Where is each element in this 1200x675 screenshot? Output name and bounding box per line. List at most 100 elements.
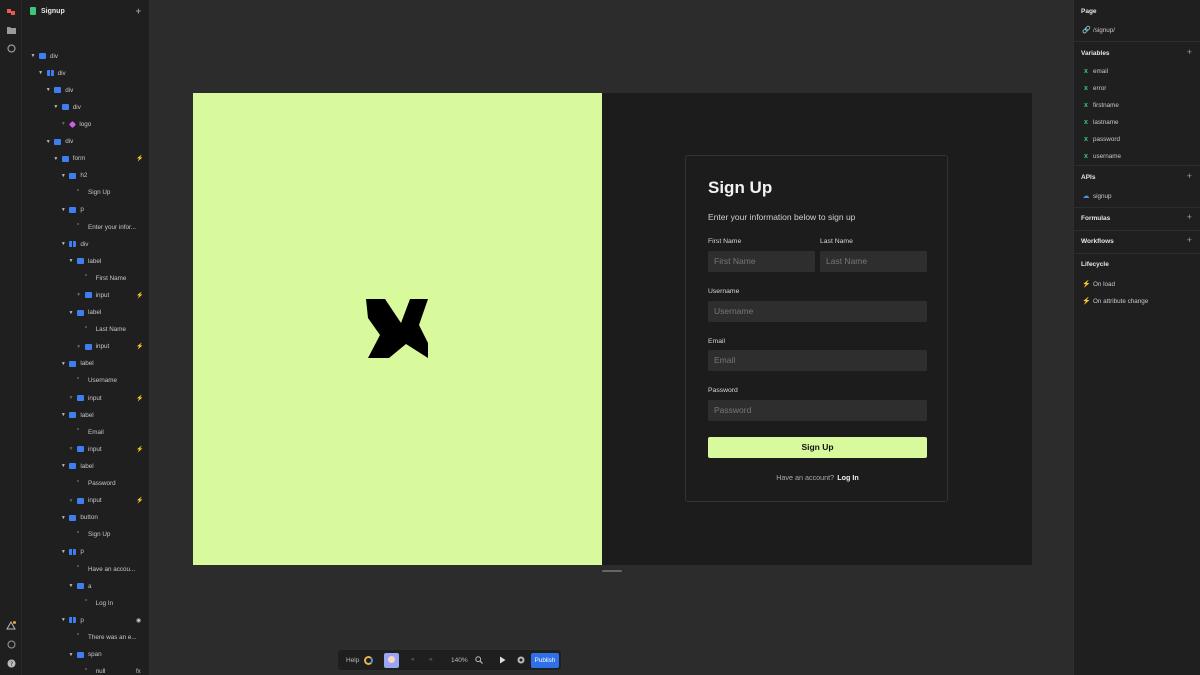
package-icon[interactable]: [6, 44, 16, 54]
chevron-down-icon[interactable]: ▼: [60, 549, 66, 555]
lifecycle-on-load[interactable]: ⚡ On load: [1082, 280, 1115, 289]
chevron-down-icon[interactable]: ▼: [76, 344, 82, 350]
zoom-level[interactable]: 140%: [451, 657, 468, 664]
tree-node[interactable]: ▼ h2: [60, 170, 88, 182]
tree-node[interactable]: ▼ input ⚡: [68, 392, 144, 404]
add-variable-icon[interactable]: +: [1187, 47, 1192, 57]
bolt-icon[interactable]: ⚡: [136, 395, 143, 402]
bolt-icon[interactable]: ⚡: [136, 446, 143, 453]
chevron-down-icon[interactable]: ▼: [45, 87, 51, 93]
history-icon[interactable]: [6, 640, 16, 650]
login-link[interactable]: Log In: [837, 473, 859, 482]
preview-icon[interactable]: [517, 656, 525, 666]
tree-node[interactable]: ▼ div: [53, 101, 81, 113]
formula-icon[interactable]: fx: [136, 669, 141, 675]
tree-node[interactable]: ▼ input ⚡: [68, 443, 144, 455]
chevron-down-icon[interactable]: ▼: [38, 70, 44, 76]
api-item[interactable]: ☁ signup: [1082, 192, 1112, 201]
lifecycle-on-attribute-change[interactable]: ⚡ On attribute change: [1082, 297, 1148, 306]
tree-node[interactable]: ▼ p: [60, 546, 84, 558]
tree-node[interactable]: “ There was an e...: [68, 631, 137, 643]
undo-icon[interactable]: «: [411, 656, 415, 663]
tree-node[interactable]: “ Enter your infor...: [68, 221, 136, 233]
tree-node[interactable]: ▼ p ◉: [60, 614, 141, 626]
chevron-down-icon[interactable]: ▼: [60, 173, 66, 179]
tree-node[interactable]: ▼ input ⚡: [68, 495, 144, 507]
chevron-down-icon[interactable]: ▼: [60, 412, 66, 418]
avatar[interactable]: [384, 653, 399, 668]
variable-item[interactable]: x password: [1082, 136, 1120, 143]
add-workflow-icon[interactable]: +: [1187, 235, 1192, 245]
variable-item[interactable]: x firstname: [1082, 102, 1119, 109]
add-api-icon[interactable]: +: [1187, 171, 1192, 181]
tree-node[interactable]: “ null fx: [76, 666, 141, 675]
tree-node[interactable]: ▼ span: [68, 649, 102, 661]
tree-node[interactable]: ▼ form ⚡: [53, 153, 143, 165]
tree-node[interactable]: “ Log In: [76, 597, 114, 609]
tree-node[interactable]: “ Password: [68, 478, 116, 490]
tree-node[interactable]: “ Last Name: [76, 324, 126, 336]
tree-node[interactable]: ▼ label: [68, 307, 102, 319]
signup-button[interactable]: Sign Up: [708, 437, 927, 458]
bolt-icon[interactable]: ⚡: [136, 497, 143, 504]
bolt-icon[interactable]: ⚡: [136, 292, 143, 299]
tree-node[interactable]: ▼ input ⚡: [76, 289, 143, 301]
tree-node[interactable]: ▼ div: [38, 67, 66, 79]
chevron-down-icon[interactable]: ▼: [68, 258, 74, 264]
tree-node[interactable]: ▼ div: [60, 238, 89, 250]
chevron-down-icon[interactable]: ▼: [60, 463, 66, 469]
eye-icon[interactable]: ◉: [136, 617, 141, 624]
tree-node[interactable]: ▼ label: [60, 460, 94, 472]
chevron-down-icon[interactable]: ▼: [53, 104, 59, 110]
folder-icon[interactable]: [6, 26, 16, 36]
play-icon[interactable]: [499, 656, 506, 666]
publish-button[interactable]: Publish: [531, 653, 559, 668]
tree-node[interactable]: “ Email: [68, 426, 104, 438]
username-input[interactable]: Username: [708, 301, 927, 322]
chevron-down-icon[interactable]: ▼: [53, 156, 59, 162]
tree-node[interactable]: ▼ a: [68, 580, 92, 592]
chevron-down-icon[interactable]: ▼: [60, 207, 66, 213]
page-path-row[interactable]: 🔗 /signup/: [1082, 26, 1115, 35]
tree-node[interactable]: ▼ div: [45, 136, 74, 148]
add-element-icon[interactable]: +: [136, 6, 141, 16]
bolt-icon[interactable]: ⚡: [136, 155, 143, 162]
last-name-input[interactable]: Last Name: [820, 251, 927, 272]
tree-node[interactable]: ▼ div: [45, 84, 74, 96]
variable-item[interactable]: x username: [1082, 153, 1121, 160]
password-input[interactable]: Password: [708, 400, 927, 421]
bolt-icon[interactable]: ⚡: [136, 343, 143, 350]
tree-node[interactable]: ▼ label: [68, 255, 102, 267]
frame-resize-handle[interactable]: [602, 570, 622, 572]
chevron-down-icon[interactable]: ▼: [60, 515, 66, 521]
chevron-down-icon[interactable]: ▼: [60, 121, 66, 127]
warning-icon[interactable]: [6, 620, 16, 631]
chevron-down-icon[interactable]: ▼: [68, 310, 74, 316]
add-formula-icon[interactable]: +: [1187, 212, 1192, 222]
zoom-icon[interactable]: [475, 656, 483, 666]
chevron-down-icon[interactable]: ▼: [76, 292, 82, 298]
chevron-down-icon[interactable]: ▼: [30, 53, 36, 59]
tree-node[interactable]: ▼ label: [60, 358, 94, 370]
chevron-down-icon[interactable]: ▼: [68, 583, 74, 589]
tree-node[interactable]: “ Sign Up: [68, 187, 110, 199]
app-logo-icon[interactable]: [6, 7, 16, 17]
email-input[interactable]: Email: [708, 350, 927, 371]
tree-node[interactable]: “ Have an accou...: [68, 563, 135, 575]
tree-node[interactable]: ▼ logo: [60, 118, 91, 130]
chevron-down-icon[interactable]: ▼: [68, 652, 74, 658]
page-frame[interactable]: Sign Up Enter your information below to …: [193, 93, 1032, 565]
chevron-down-icon[interactable]: ▼: [68, 498, 74, 504]
chevron-down-icon[interactable]: ▼: [68, 395, 74, 401]
tree-node[interactable]: ▼ p: [60, 204, 84, 216]
tree-node[interactable]: ▼ label: [60, 409, 94, 421]
chevron-down-icon[interactable]: ▼: [60, 241, 66, 247]
tree-node[interactable]: “ Sign Up: [68, 529, 110, 541]
chevron-down-icon[interactable]: ▼: [45, 139, 51, 145]
variable-item[interactable]: x email: [1082, 68, 1108, 75]
tree-node[interactable]: ▼ div: [30, 50, 59, 62]
help-button[interactable]: Help: [346, 657, 359, 664]
variable-item[interactable]: x lastname: [1082, 119, 1119, 126]
chevron-down-icon[interactable]: ▼: [60, 361, 66, 367]
chevron-down-icon[interactable]: ▼: [68, 446, 74, 452]
